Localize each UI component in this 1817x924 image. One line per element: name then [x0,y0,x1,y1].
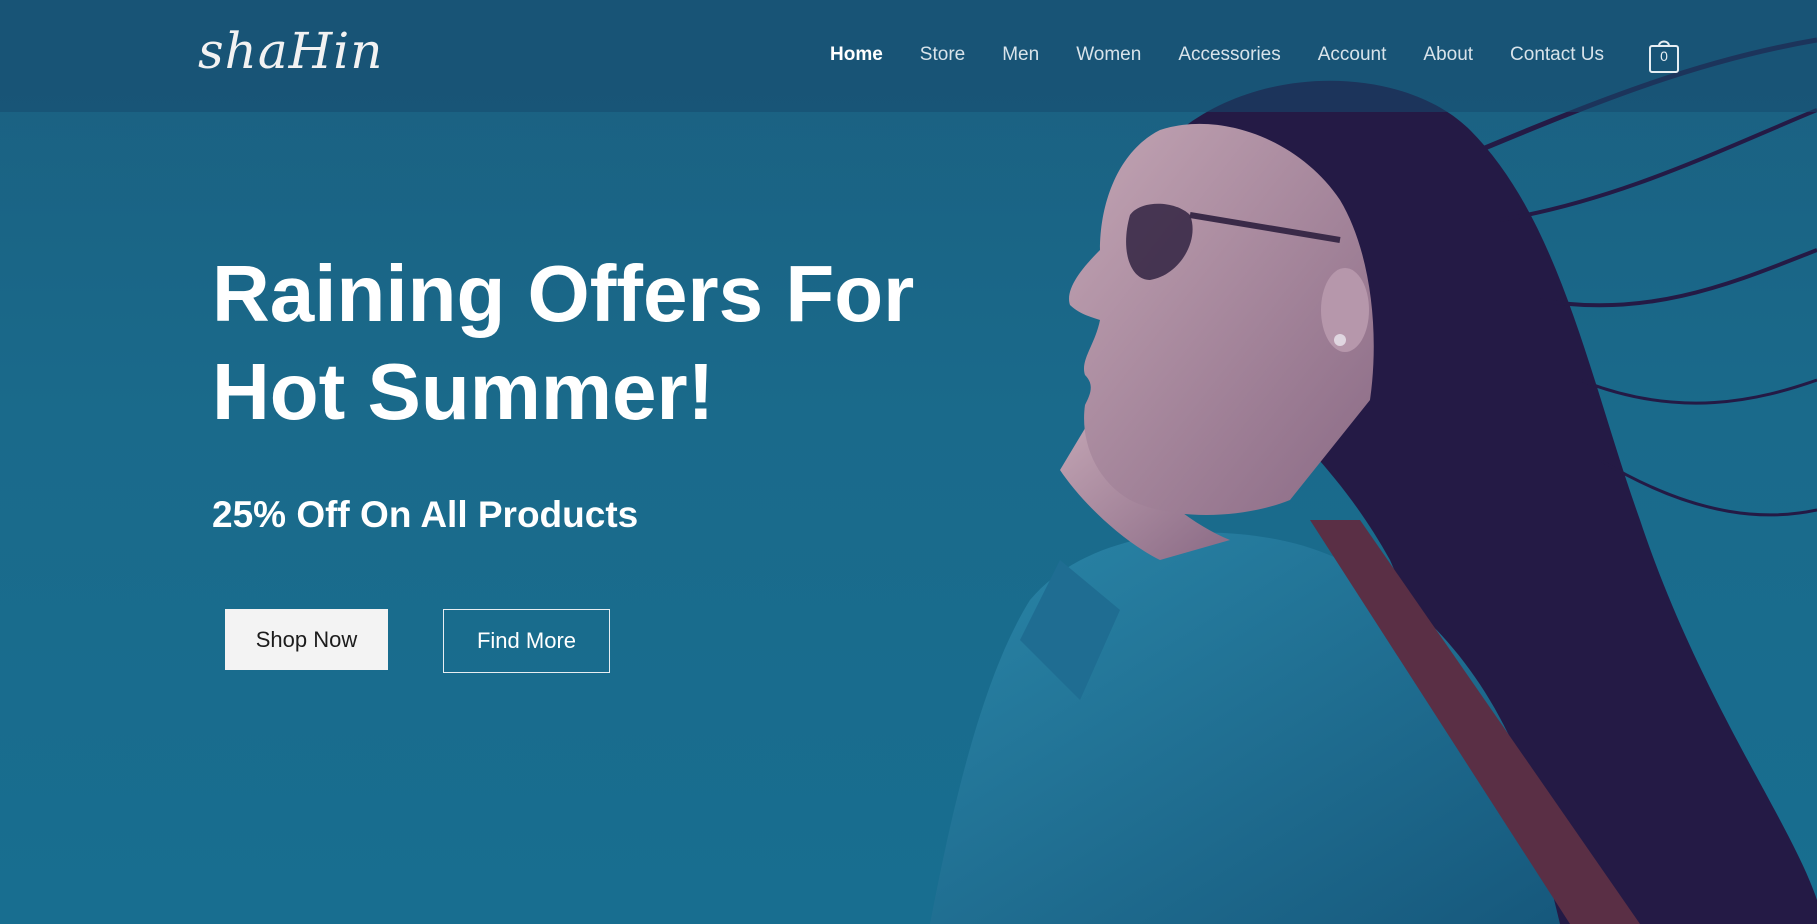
brand-logo[interactable]: shaHin [198,22,383,80]
nav-item-accessories[interactable]: Accessories [1178,44,1280,66]
cart-count-badge: 0 [1660,48,1668,64]
nav-item-men[interactable]: Men [1002,44,1039,66]
find-more-button[interactable]: Find More [443,609,610,673]
nav-item-about[interactable]: About [1423,44,1473,66]
nav-item-women[interactable]: Women [1076,44,1141,66]
main-navigation: Home Store Men Women Accessories Account… [830,44,1641,66]
nav-item-home[interactable]: Home [830,44,883,66]
cart-button[interactable]: 0 [1648,38,1680,74]
nav-item-store[interactable]: Store [920,44,965,66]
site-header: shaHin Home Store Men Women Accessories … [0,0,1817,112]
shop-now-button[interactable]: Shop Now [225,609,388,670]
hero-headline-line1: Raining Offers For [212,249,915,338]
hero-headline: Raining Offers For Hot Summer! [212,245,932,441]
nav-item-account[interactable]: Account [1318,44,1387,66]
hero-headline-line2: Hot Summer! [212,347,715,436]
nav-item-contact-us[interactable]: Contact Us [1510,44,1604,66]
hero-section: shaHin Home Store Men Women Accessories … [0,0,1817,924]
hero-subheadline: 25% Off On All Products [212,494,639,535]
hero-model-image [930,37,1817,924]
